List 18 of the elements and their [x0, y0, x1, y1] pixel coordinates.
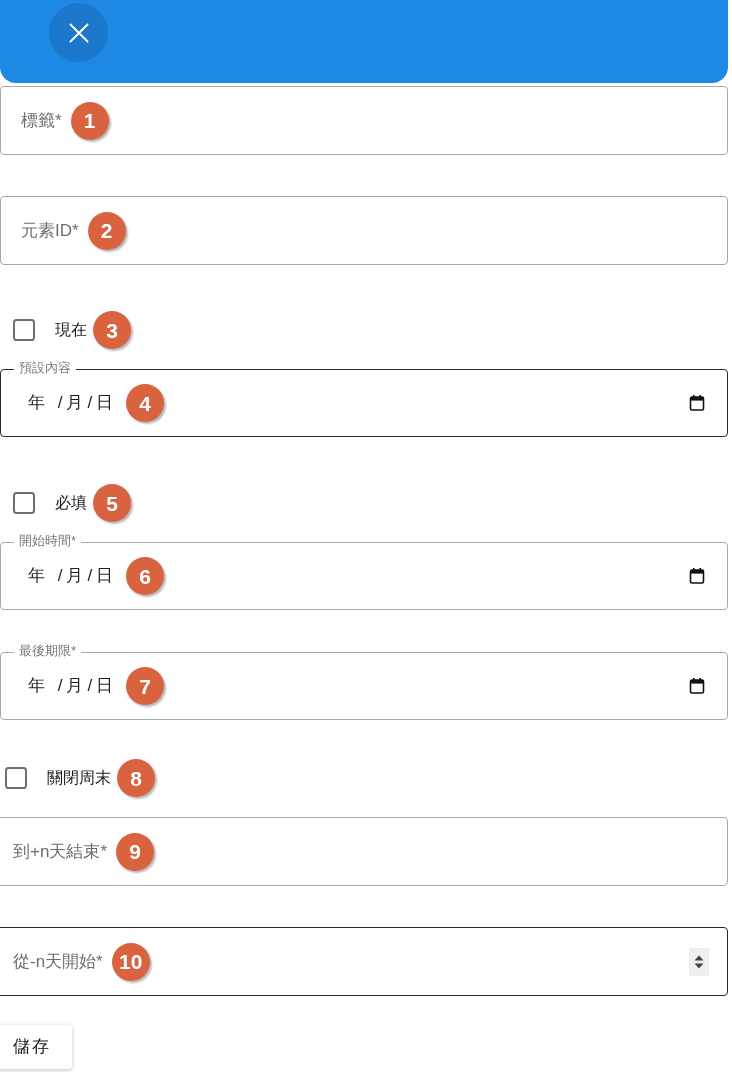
- annotation-marker: 5: [93, 484, 131, 522]
- calendar-icon[interactable]: [689, 678, 705, 694]
- checkbox[interactable]: [13, 319, 35, 341]
- calendar-icon[interactable]: [689, 568, 705, 584]
- save-button[interactable]: 儲存: [0, 1025, 72, 1069]
- close-icon: [68, 22, 89, 43]
- checkbox-label[interactable]: 關閉周末: [47, 766, 111, 790]
- checkbox-label[interactable]: 必填: [55, 491, 87, 515]
- annotation-marker: 3: [93, 311, 131, 349]
- field-label: 預設內容: [14, 360, 76, 376]
- calendar-icon[interactable]: [689, 395, 705, 411]
- checkbox-label[interactable]: 現在: [55, 318, 87, 342]
- field-label: 開始時間*: [14, 533, 82, 549]
- stepper-icon[interactable]: [689, 947, 709, 976]
- field-label: 最後期限*: [14, 643, 82, 659]
- checkbox[interactable]: [13, 492, 35, 514]
- checkbox[interactable]: [5, 767, 27, 789]
- annotation-marker: 8: [117, 759, 155, 797]
